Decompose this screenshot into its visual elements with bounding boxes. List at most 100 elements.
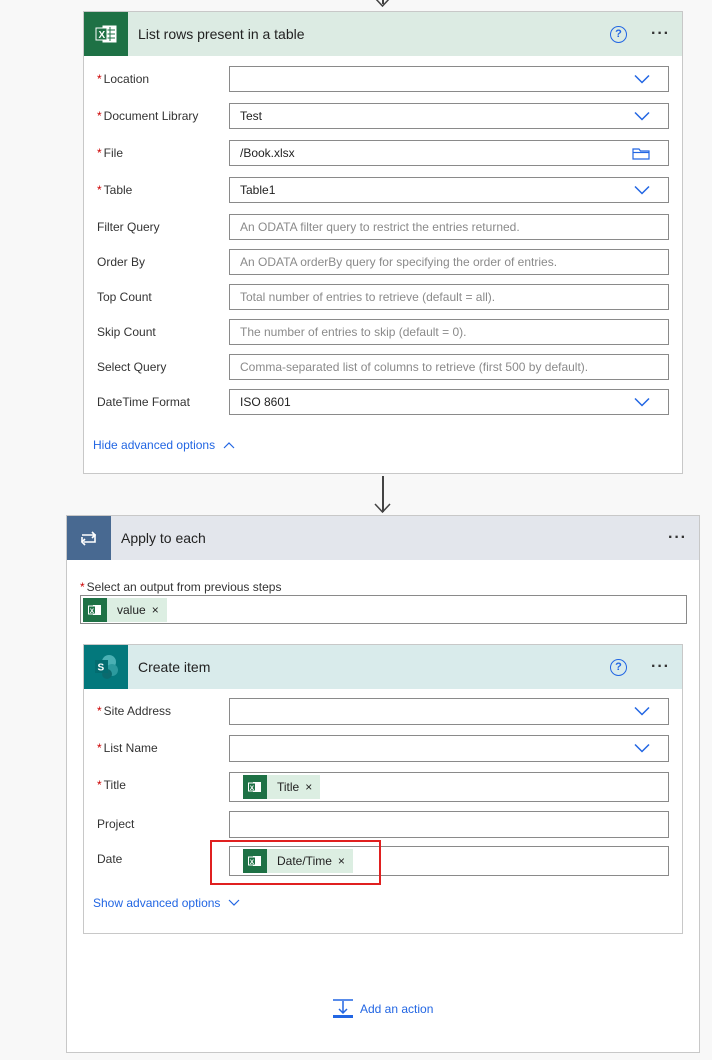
list-rows-card: X List rows present in a table ? ··· * Lo… (83, 11, 683, 474)
table-label-text: Table (103, 183, 133, 197)
filter-query-value: An ODATA filter query to restrict the en… (240, 220, 520, 234)
list-name-label: * List Name (97, 741, 158, 755)
required-marker: * (97, 109, 102, 123)
select-query-field[interactable]: Comma-separated list of columns to retri… (229, 354, 669, 380)
list-name-field[interactable] (229, 735, 669, 762)
site-address-label-text: Site Address (103, 704, 172, 718)
chevron-down-icon[interactable] (634, 111, 650, 121)
project-label: Project (97, 817, 134, 831)
help-icon[interactable]: ? (610, 658, 628, 676)
site-address-label: * Site Address (97, 704, 171, 718)
show-advanced-options-link[interactable]: Show advanced options (93, 896, 240, 910)
list-rows-header[interactable]: X List rows present in a table ? ··· (84, 12, 682, 56)
svg-text:S: S (98, 663, 105, 674)
skip-count-label: Skip Count (97, 325, 156, 339)
apply-to-each-card: Apply to each ··· * Select an output from… (66, 515, 700, 1053)
title-label: * Title (97, 778, 126, 792)
datetime-format-value: ISO 8601 (240, 395, 291, 409)
chevron-down-icon[interactable] (634, 706, 650, 716)
title-token[interactable]: X Title × (243, 775, 321, 799)
list-name-label-text: List Name (103, 741, 158, 755)
more-options-icon[interactable]: ··· (651, 25, 670, 43)
required-marker: * (97, 146, 102, 160)
order-by-field[interactable]: An ODATA orderBy query for specifying th… (229, 249, 669, 275)
filter-query-field[interactable]: An ODATA filter query to restrict the en… (229, 214, 669, 240)
project-label-text: Project (97, 817, 135, 831)
show-advanced-label: Show advanced options (93, 896, 221, 910)
excel-icon: X (84, 12, 128, 56)
more-options-icon[interactable]: ··· (651, 658, 670, 676)
top-count-field[interactable]: Total number of entries to retrieve (def… (229, 284, 669, 310)
skip-count-label-text: Skip Count (97, 325, 156, 339)
location-field[interactable] (229, 66, 669, 92)
document-library-value: Test (240, 109, 263, 123)
skip-count-field[interactable]: The number of entries to skip (default =… (229, 319, 669, 345)
project-field[interactable] (229, 811, 669, 838)
chevron-down-icon[interactable] (634, 397, 650, 407)
required-marker: * (97, 183, 102, 197)
required-marker: * (97, 741, 102, 755)
help-icon[interactable]: ? (610, 25, 628, 43)
create-item-title: Create item (138, 659, 211, 675)
order-by-value: An ODATA orderBy query for specifying th… (240, 255, 558, 269)
folder-icon[interactable] (632, 147, 650, 160)
select-query-label: Select Query (97, 360, 166, 374)
file-field[interactable]: /Book.xlsx (229, 140, 669, 166)
date-label-text: Date (97, 852, 123, 866)
datetime-format-label-text: DateTime Format (97, 395, 190, 409)
document-library-label: * Document Library (97, 109, 198, 123)
apply-to-each-title: Apply to each (121, 530, 206, 546)
value-token[interactable]: X value × (83, 597, 167, 622)
table-field[interactable]: Table1 (229, 177, 669, 203)
loop-icon (67, 516, 111, 560)
title-token-label: Title (277, 780, 300, 794)
apply-to-each-header[interactable]: Apply to each ··· (67, 516, 699, 560)
remove-token-icon[interactable]: × (152, 603, 167, 617)
add-action-label: Add an action (360, 1002, 434, 1016)
top-count-value: Total number of entries to retrieve (def… (240, 290, 496, 304)
location-label: * Location (97, 72, 149, 86)
chevron-down-icon[interactable] (634, 185, 650, 195)
select-output-text: Select an output from previous steps (86, 580, 282, 594)
remove-token-icon[interactable]: × (305, 780, 320, 794)
arrow-down-icon (375, 0, 390, 8)
highlight-box (210, 840, 381, 885)
chevron-down-icon (229, 899, 240, 906)
add-action-button[interactable]: Add an action (332, 998, 433, 1020)
chevron-down-icon[interactable] (634, 743, 650, 753)
document-library-label-text: Document Library (103, 109, 199, 123)
select-output-field[interactable]: X value × (80, 595, 687, 624)
file-label-text: File (103, 146, 124, 160)
more-options-icon[interactable]: ··· (668, 529, 687, 547)
chevron-down-icon[interactable] (634, 74, 650, 84)
datetime-format-label: DateTime Format (97, 395, 190, 409)
value-token-label: value (117, 602, 146, 617)
select-query-value: Comma-separated list of columns to retri… (240, 360, 589, 374)
file-label: * File (97, 146, 123, 160)
required-marker: * (80, 580, 85, 594)
required-marker: * (97, 778, 102, 792)
excel-icon: X (83, 597, 107, 622)
title-label-text: Title (103, 778, 126, 792)
create-item-header[interactable]: S Create item ? ··· (84, 645, 682, 689)
top-count-label: Top Count (97, 290, 152, 304)
order-by-label-text: Order By (97, 255, 146, 269)
top-count-label-text: Top Count (97, 290, 152, 304)
datetime-format-field[interactable]: ISO 8601 (229, 389, 669, 415)
skip-count-value: The number of entries to skip (default =… (240, 325, 467, 339)
site-address-field[interactable] (229, 698, 669, 725)
filter-query-label-text: Filter Query (97, 220, 160, 234)
location-label-text: Location (103, 72, 150, 86)
title-field[interactable]: X Title × (229, 772, 669, 802)
select-output-label: * Select an output from previous steps (80, 580, 281, 594)
table-value: Table1 (240, 183, 276, 197)
list-rows-title: List rows present in a table (138, 26, 305, 42)
svg-text:X: X (250, 785, 255, 792)
hide-advanced-options-link[interactable]: Hide advanced options (93, 438, 235, 452)
table-label: * Table (97, 183, 132, 197)
file-value: /Book.xlsx (240, 146, 295, 160)
document-library-field[interactable]: Test (229, 103, 669, 129)
svg-text:X: X (99, 30, 106, 41)
excel-icon: X (243, 775, 267, 799)
add-action-icon (333, 999, 353, 1018)
